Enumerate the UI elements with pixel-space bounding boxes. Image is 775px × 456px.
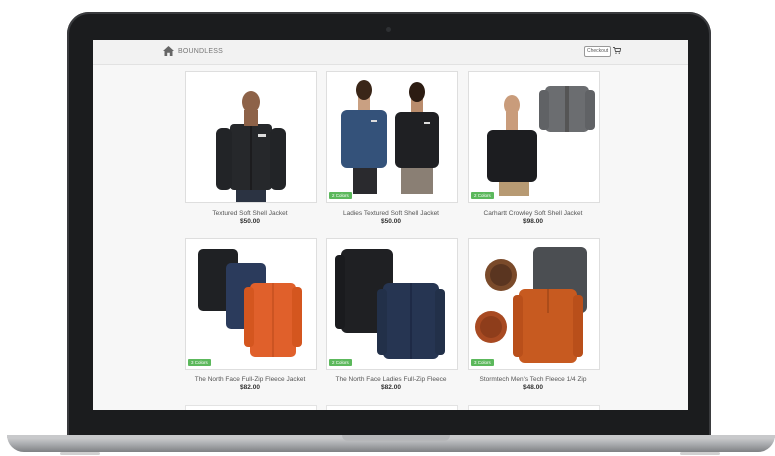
color-count-badge: 3 Colors bbox=[188, 359, 211, 366]
jacket-image bbox=[341, 80, 439, 194]
jacket-image bbox=[487, 86, 595, 196]
jacket-image bbox=[475, 247, 587, 363]
laptop-notch bbox=[342, 435, 450, 441]
product-price: $98.00 bbox=[523, 218, 543, 225]
product-price: $48.00 bbox=[523, 384, 543, 391]
product-card[interactable] bbox=[185, 405, 317, 410]
home-icon[interactable] bbox=[163, 46, 174, 56]
product-name[interactable]: Stormtech Men's Tech Fleece 1/4 Zip bbox=[448, 376, 618, 383]
camera-icon bbox=[386, 27, 391, 32]
jacket-image bbox=[335, 249, 445, 359]
shopping-cart-icon[interactable] bbox=[613, 47, 621, 54]
color-count-badge: 2 Colors bbox=[329, 359, 352, 366]
jacket-image bbox=[198, 249, 302, 357]
product-card[interactable]: 3 Colors bbox=[468, 238, 600, 370]
laptop-foot bbox=[680, 452, 720, 455]
jacket-image bbox=[216, 91, 286, 202]
product-name[interactable]: Carhartt Crowley Soft Shell Jacket bbox=[448, 210, 618, 217]
product-card[interactable] bbox=[185, 71, 317, 203]
navbar: BOUNDLESS Checkout bbox=[93, 40, 688, 65]
color-count-badge: 3 Colors bbox=[471, 359, 494, 366]
product-card[interactable]: 2 Colors bbox=[326, 71, 458, 203]
checkout-button[interactable]: Checkout bbox=[584, 46, 612, 57]
product-card[interactable]: 2 Colors bbox=[468, 71, 600, 203]
color-count-badge: 2 Colors bbox=[471, 192, 494, 199]
product-card[interactable] bbox=[326, 405, 458, 410]
product-card[interactable]: 2 Colors bbox=[326, 238, 458, 370]
browser-screen: BOUNDLESS Checkout Textured Soft Shell J… bbox=[93, 40, 688, 410]
brand-name[interactable]: BOUNDLESS bbox=[178, 48, 223, 55]
laptop-base bbox=[7, 435, 775, 452]
laptop-foot bbox=[60, 452, 100, 455]
color-count-badge: 2 Colors bbox=[329, 192, 352, 199]
product-card[interactable]: 3 Colors bbox=[185, 238, 317, 370]
product-card[interactable] bbox=[468, 405, 600, 410]
